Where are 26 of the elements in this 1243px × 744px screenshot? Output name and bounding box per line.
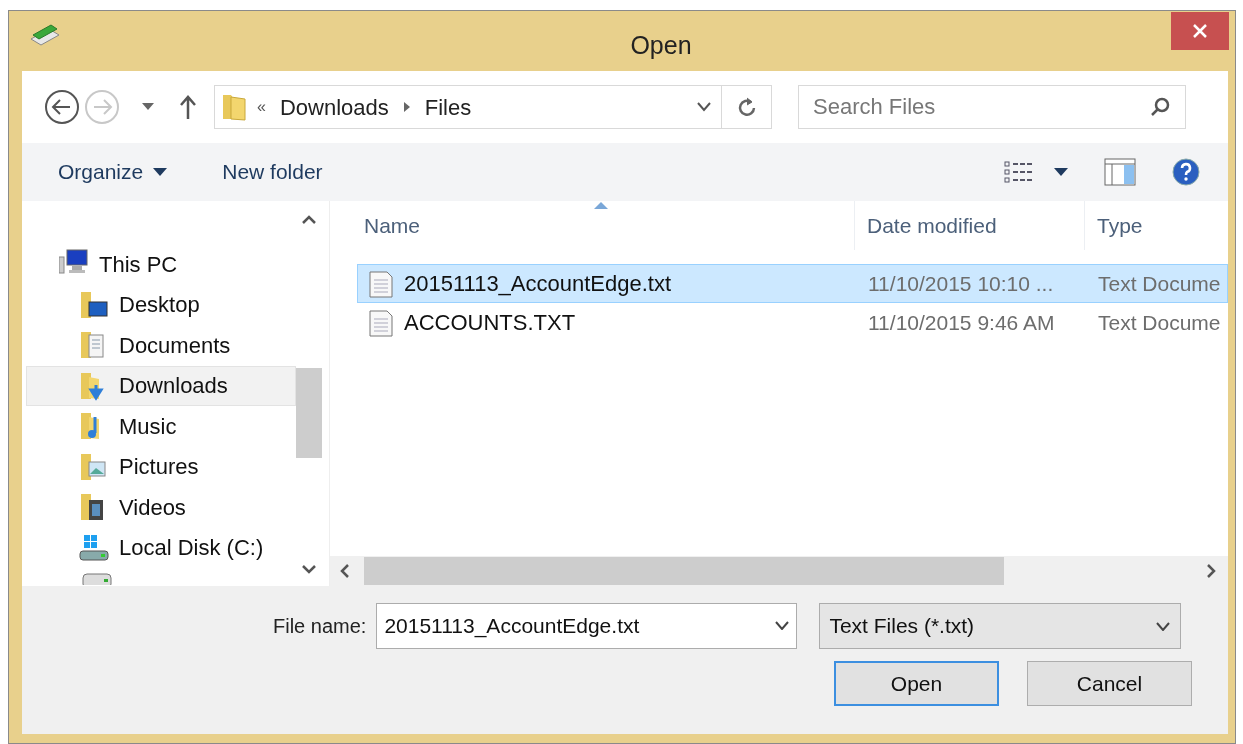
toolbar-button[interactable]: Organize [58,156,168,188]
file-row[interactable]: ACCOUNTS.TXT 11/10/2015 9:46 AM Text Docume [357,303,1228,342]
breadcrumb[interactable]: Files [424,90,472,124]
file-row[interactable]: 20151113_AccountEdge.txt 11/10/2015 10:10 ... Text Docume [357,264,1228,303]
nav-item[interactable]: Desktop [26,284,296,325]
toolbar-button[interactable]: New folder [222,156,323,188]
column-header[interactable]: Date modified [855,201,1085,250]
nav-item[interactable]: This PC [26,244,296,285]
nav-item[interactable]: Downloads [26,365,296,406]
dialog-button[interactable]: Cancel [1027,661,1192,706]
nav-item[interactable]: Pictures [26,446,296,487]
field-label: File name: [273,614,367,639]
file-type-dropdown[interactable]: Text Files (*.txt) [819,603,1182,649]
breadcrumb[interactable]: Downloads [279,90,389,124]
breadcrumb-overflow[interactable]: « [257,95,266,119]
nav-item[interactable]: Videos [26,487,296,528]
column-header[interactable]: Type [1085,201,1228,250]
nav-item[interactable]: Local Disk (C:) [26,527,296,568]
window-title: Open [629,30,693,61]
column-header[interactable]: Name [330,201,855,250]
nav-item[interactable]: Music [26,406,296,447]
file-name-field[interactable]: 20151113_AccountEdge.txt [376,603,798,649]
dialog-button[interactable]: Open [834,661,999,706]
address-bar[interactable]: « Downloads Files [214,85,722,129]
nav-item[interactable]: Documents [26,325,296,366]
search-field[interactable]: Search Files [798,85,1186,129]
